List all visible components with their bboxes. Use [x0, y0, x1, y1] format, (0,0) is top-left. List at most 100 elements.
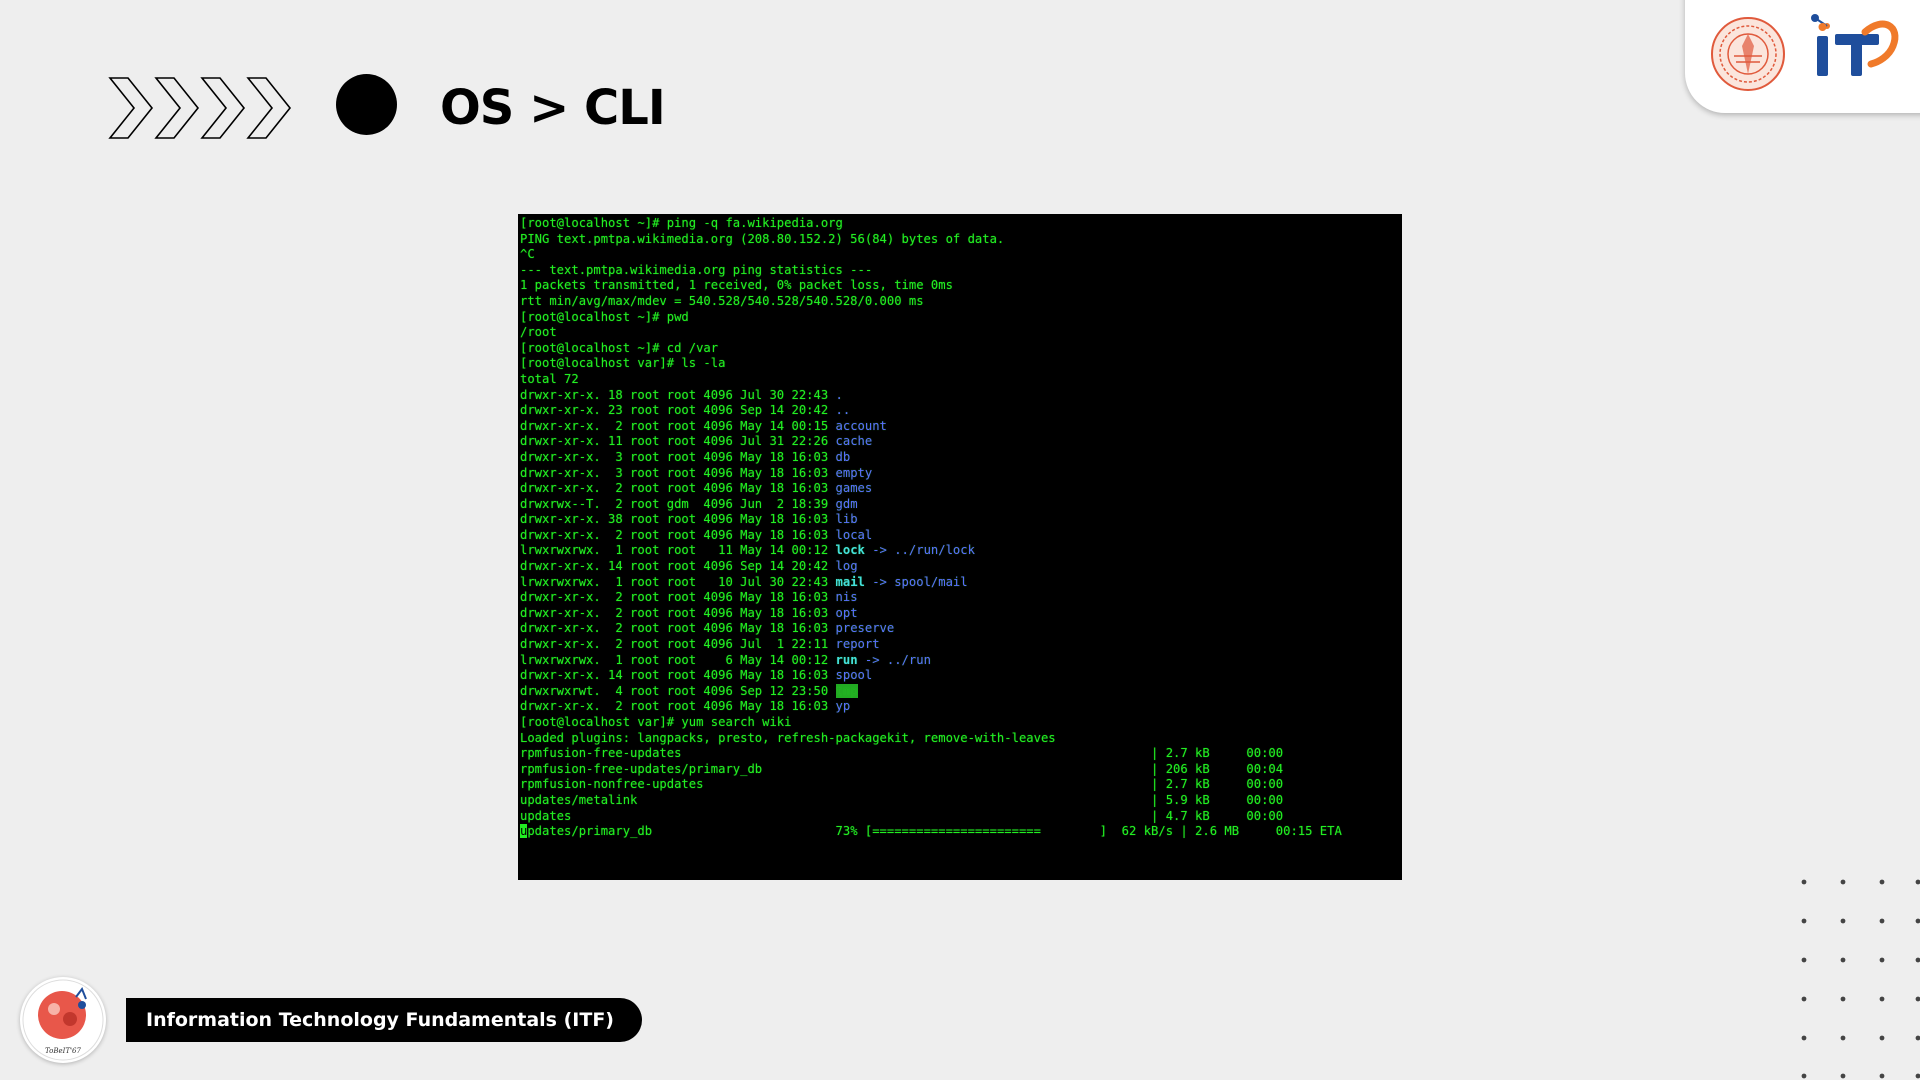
terminal-segment: [root@localhost var]# yum search wiki: [520, 715, 792, 729]
terminal-segment: tmp: [835, 683, 858, 698]
terminal-line: drwxrwx--T. 2 root gdm 4096 Jun 2 18:39 …: [520, 497, 1402, 513]
terminal-line: updates/metalink | 5.9 kB 00:00: [520, 793, 1402, 809]
double-chevron-right-icon: [108, 77, 292, 139]
terminal-line: rpmfusion-free-updates | 2.7 kB 00:00: [520, 746, 1402, 762]
terminal-segment: rpmfusion-nonfree-updates | 2.7 kB 00:00: [520, 777, 1284, 792]
terminal-line: drwxr-xr-x. 23 root root 4096 Sep 14 20:…: [520, 403, 1402, 419]
terminal-segment: drwxr-xr-x. 38 root root 4096 May 18 16:…: [520, 512, 836, 527]
terminal-line: rpmfusion-free-updates/primary_db | 206 …: [520, 762, 1402, 778]
mascot-icon: ToBeIT'67: [22, 979, 104, 1061]
terminal-segment: .: [835, 387, 843, 402]
terminal-line: drwxr-xr-x. 2 root root 4096 May 18 16:0…: [520, 481, 1402, 497]
terminal-segment: drwxr-xr-x. 11 root root 4096 Jul 31 22:…: [520, 434, 836, 449]
terminal-line: drwxr-xr-x. 11 root root 4096 Jul 31 22:…: [520, 434, 1402, 450]
terminal-segment: drwxr-xr-x. 2 root root 4096 May 18 16:0…: [520, 481, 836, 496]
terminal-segment: rpmfusion-free-updates | 2.7 kB 00:00: [520, 746, 1284, 761]
terminal-segment: /root: [520, 325, 557, 340]
terminal-segment: mail: [835, 574, 865, 589]
terminal-line: [root@localhost ~]# pwd: [520, 310, 1402, 326]
terminal-segment: drwxr-xr-x. 2 root root 4096 May 18 16:0…: [520, 590, 836, 605]
terminal-segment: preserve: [835, 621, 895, 636]
terminal-segment: rtt min/avg/max/mdev = 540.528/540.528/5…: [520, 293, 924, 308]
terminal-segment: report: [835, 637, 880, 652]
terminal-segment: Loaded plugins: langpacks, presto, refre…: [520, 730, 1056, 745]
terminal-segment: gdm: [835, 496, 858, 511]
terminal-segment: drwxr-xr-x. 3 root root 4096 May 18 16:0…: [520, 465, 836, 480]
terminal-segment: updates | 4.7 kB 00:00: [520, 808, 1284, 823]
terminal-output: [root@localhost ~]# ping -q fa.wikipedia…: [520, 216, 1402, 840]
terminal-segment: drwxr-xr-x. 2 root root 4096 May 14 00:1…: [520, 418, 836, 433]
terminal-segment: drwxr-xr-x. 18 root root 4096 Jul 30 22:…: [520, 387, 836, 402]
terminal-segment: db: [835, 449, 851, 464]
terminal-segment: --- text.pmtpa.wikimedia.org ping statis…: [520, 262, 873, 277]
terminal-segment: rpmfusion-free-updates/primary_db | 206 …: [520, 761, 1284, 776]
logo-card: [1685, 0, 1920, 113]
terminal-segment: drwxrwxrwt. 4 root root 4096 Sep 12 23:5…: [520, 683, 836, 698]
terminal-segment: drwxr-xr-x. 3 root root 4096 May 18 16:0…: [520, 449, 836, 464]
terminal-line: [root@localhost ~]# ping -q fa.wikipedia…: [520, 216, 1402, 232]
terminal-line: drwxr-xr-x. 3 root root 4096 May 18 16:0…: [520, 466, 1402, 482]
terminal-segment: [root@localhost ~]# pwd: [520, 309, 689, 324]
terminal-segment: games: [835, 481, 873, 496]
terminal-line: 1 packets transmitted, 1 received, 0% pa…: [520, 278, 1402, 294]
terminal-line: drwxr-xr-x. 38 root root 4096 May 18 16:…: [520, 512, 1402, 528]
terminal-line: Loaded plugins: langpacks, presto, refre…: [520, 731, 1402, 747]
terminal-segment: lrwxrwxrwx. 1 root root 11 May 14 00:12: [520, 543, 836, 558]
terminal-line: rpmfusion-nonfree-updates | 2.7 kB 00:00: [520, 777, 1402, 793]
terminal-line: [root@localhost var]# yum search wiki: [520, 715, 1402, 731]
university-seal-logo: [1711, 17, 1785, 91]
terminal-segment: [root@localhost ~]# cd /var: [520, 340, 719, 355]
it-faculty-logo: [1811, 14, 1899, 76]
terminal-segment: drwxr-xr-x. 23 root root 4096 Sep 14 20:…: [520, 403, 836, 418]
terminal-line: --- text.pmtpa.wikimedia.org ping statis…: [520, 263, 1402, 279]
terminal-segment: drwxrwx--T. 2 root gdm 4096 Jun 2 18:39: [520, 496, 836, 511]
terminal-line: drwxr-xr-x. 18 root root 4096 Jul 30 22:…: [520, 388, 1402, 404]
terminal-line: drwxr-xr-x. 2 root root 4096 May 18 16:0…: [520, 621, 1402, 637]
terminal-line: drwxr-xr-x. 3 root root 4096 May 18 16:0…: [520, 450, 1402, 466]
terminal-segment: drwxr-xr-x. 2 root root 4096 Jul 1 22:11: [520, 637, 836, 652]
terminal-line: drwxr-xr-x. 2 root root 4096 May 14 00:1…: [520, 419, 1402, 435]
terminal-line: lrwxrwxrwx. 1 root root 10 Jul 30 22:43 …: [520, 575, 1402, 591]
terminal-segment: cache: [835, 434, 873, 449]
terminal-segment: lib: [835, 512, 858, 527]
footer-course-label: Information Technology Fundamentals (ITF…: [126, 998, 642, 1042]
terminal-segment: drwxr-xr-x. 2 root root 4096 May 18 16:0…: [520, 605, 836, 620]
terminal-line: drwxr-xr-x. 2 root root 4096 May 18 16:0…: [520, 590, 1402, 606]
bullet-circle: [336, 74, 397, 135]
terminal-segment: ..: [835, 403, 851, 418]
terminal-line: drwxr-xr-x. 14 root root 4096 May 18 16:…: [520, 668, 1402, 684]
terminal-line: drwxr-xr-x. 2 root root 4096 May 18 16:0…: [520, 699, 1402, 715]
terminal-line: PING text.pmtpa.wikimedia.org (208.80.15…: [520, 232, 1402, 248]
terminal-segment: lrwxrwxrwx. 1 root root 6 May 14 00:12: [520, 652, 836, 667]
terminal-segment: ^C: [520, 247, 535, 262]
tobeit-mascot-logo: ToBeIT'67: [20, 977, 106, 1063]
terminal-segment: run: [835, 652, 858, 667]
terminal-segment: PING text.pmtpa.wikimedia.org (208.80.15…: [520, 231, 1005, 246]
terminal-line: drwxrwxrwt. 4 root root 4096 Sep 12 23:5…: [520, 683, 1402, 700]
terminal-segment: pdates/primary_db 73% [=================…: [527, 824, 1342, 839]
terminal-line: drwxr-xr-x. 2 root root 4096 May 18 16:0…: [520, 528, 1402, 544]
terminal-segment: [root@localhost var]# ls -la: [520, 356, 726, 371]
terminal-line: rtt min/avg/max/mdev = 540.528/540.528/5…: [520, 294, 1402, 310]
terminal-line: lrwxrwxrwx. 1 root root 6 May 14 00:12 r…: [520, 653, 1402, 669]
terminal-segment: drwxr-xr-x. 2 root root 4096 May 18 16:0…: [520, 699, 836, 714]
terminal-line: drwxr-xr-x. 2 root root 4096 May 18 16:0…: [520, 606, 1402, 622]
terminal-segment: drwxr-xr-x. 2 root root 4096 May 18 16:0…: [520, 621, 836, 636]
terminal-segment: opt: [835, 605, 858, 620]
terminal-segment: empty: [835, 465, 873, 480]
terminal-line: updates/primary_db 73% [================…: [520, 824, 1402, 840]
decorative-dot-grid: [1801, 879, 1920, 1079]
terminal-segment: drwxr-xr-x. 14 root root 4096 May 18 16:…: [520, 668, 836, 683]
terminal-segment: -> ../run: [857, 652, 931, 667]
terminal-segment: drwxr-xr-x. 14 root root 4096 Sep 14 20:…: [520, 559, 836, 574]
terminal-segment: lock: [835, 543, 865, 558]
terminal-segment: 1 packets transmitted, 1 received, 0% pa…: [520, 278, 953, 293]
terminal-line: /root: [520, 325, 1402, 341]
terminal-segment: account: [835, 418, 887, 433]
terminal-line: updates | 4.7 kB 00:00: [520, 809, 1402, 825]
terminal-segment: drwxr-xr-x. 2 root root 4096 May 18 16:0…: [520, 527, 836, 542]
terminal-segment: -> ../run/lock: [864, 543, 975, 558]
terminal-segment: [root@localhost ~]# ping -q fa.wikipedia…: [520, 216, 843, 230]
terminal-line: drwxr-xr-x. 14 root root 4096 Sep 14 20:…: [520, 559, 1402, 575]
terminal-segment: updates/metalink | 5.9 kB 00:00: [520, 792, 1284, 807]
